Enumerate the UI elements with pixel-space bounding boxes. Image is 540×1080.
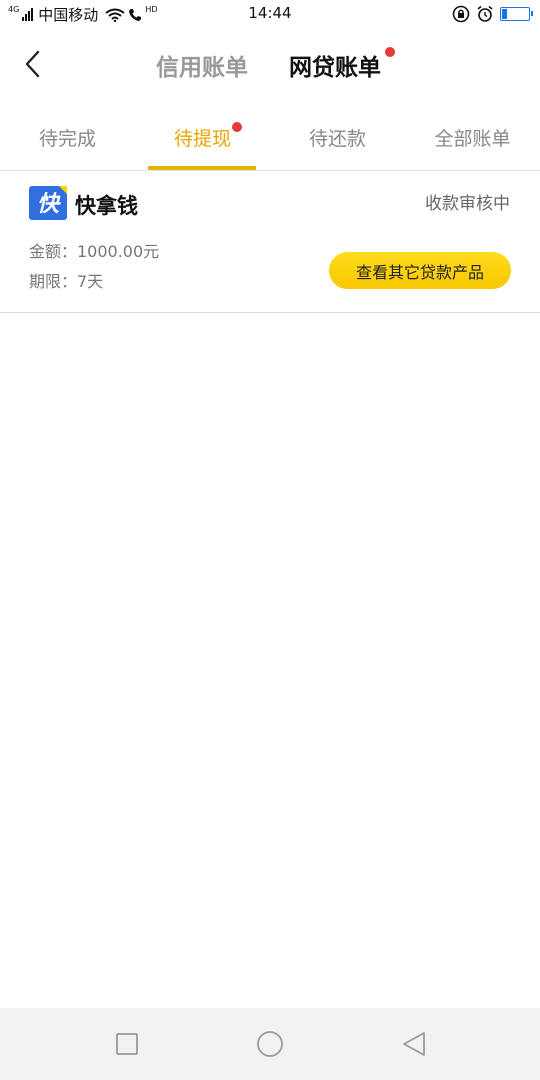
status-badge: 收款审核中 [425,194,510,214]
status-right [452,5,533,23]
subtab-pending-withdraw[interactable]: 待提现 [135,124,270,151]
notification-dot [385,47,395,57]
subtab-pending-repay[interactable]: 待还款 [270,124,405,151]
subtab-pending-complete[interactable]: 待完成 [0,124,135,151]
active-tab-indicator [148,166,256,170]
header: 信用账单 网贷账单 [0,28,540,100]
page: 4G 中国移动 HD 14:44 信用账单 网贷账单 待完成 待提现 待还款 全… [0,0,540,1080]
battery-icon [500,7,533,21]
product-name: 快拿钱 [75,194,138,218]
product-logo: 快 [29,186,67,220]
tab-online-loan-bill[interactable]: 网贷账单 [289,48,381,82]
tab-credit-bill[interactable]: 信用账单 [156,48,248,82]
notification-dot [232,122,242,132]
loan-card[interactable]: 快 快拿钱 收款审核中 金额：1000.00元 期限：7天 查看其它贷款产品 [0,172,540,313]
loan-amount: 金额：1000.00元 [29,242,160,261]
triangle-left-icon[interactable] [400,1030,428,1058]
alarm-icon [477,5,493,22]
loan-term: 期限：7天 [29,272,104,291]
system-nav-bar [0,1008,540,1080]
subtab-all-bills[interactable]: 全部账单 [405,124,540,151]
view-other-loans-button[interactable]: 查看其它贷款产品 [329,252,511,289]
battery-level [502,9,507,19]
status-bar: 4G 中国移动 HD 14:44 [0,0,540,28]
logo-char: 快 [37,192,61,217]
back-icon[interactable] [18,44,50,84]
circle-icon[interactable] [256,1030,284,1058]
subtab-bar: 待完成 待提现 待还款 全部账单 [0,100,540,171]
rotation-lock-icon [452,5,470,23]
square-icon[interactable] [113,1030,141,1058]
